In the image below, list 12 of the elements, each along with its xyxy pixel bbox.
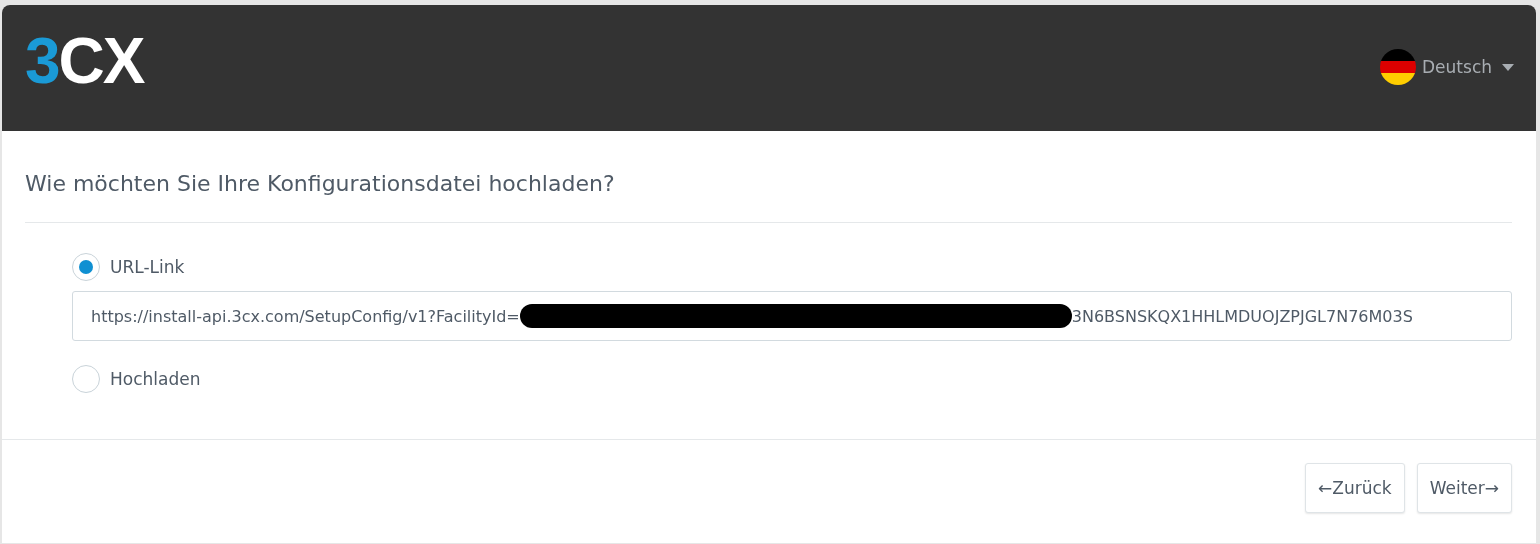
url-input-field[interactable]: https://install-api.3cx.com/SetupConfig/v1?FacilityId= 3N6BSNSKQX1HHLMDUOJZPJGL7N76M03S (72, 291, 1512, 341)
page-heading: Wie möchten Sie Ihre Konfigurationsdatei hochladen? (25, 171, 1512, 223)
next-button[interactable]: Weiter→ (1416, 463, 1512, 513)
language-selector[interactable]: Deutsch (1380, 49, 1514, 85)
logo: 3CX (25, 29, 144, 93)
radio-button[interactable] (72, 253, 100, 281)
radio-button[interactable] (72, 365, 100, 393)
caret-icon (1502, 63, 1514, 71)
flag-icon (1380, 49, 1417, 85)
radio-label[interactable]: Hochladen (110, 369, 201, 389)
radio-label[interactable]: URL-Link (110, 257, 185, 277)
back-button[interactable]: ←Zurück (1305, 463, 1405, 513)
